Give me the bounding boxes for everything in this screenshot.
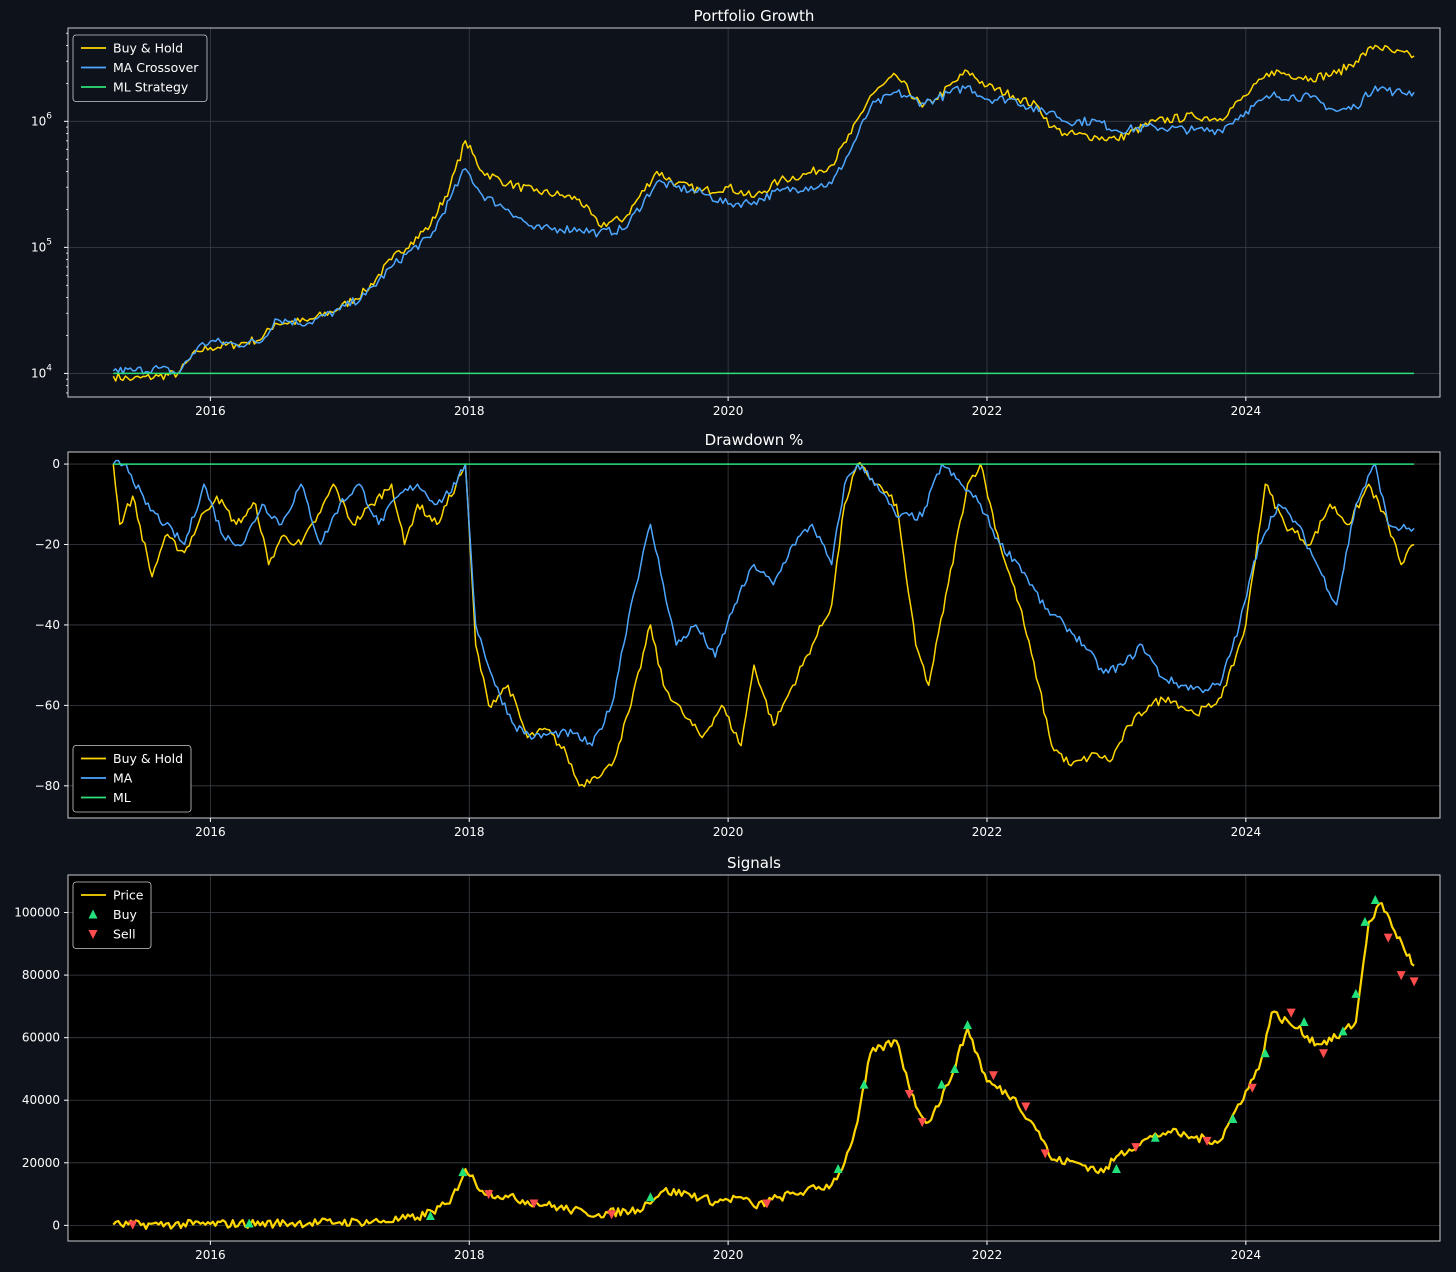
drawdown-y-tick-label: −60 xyxy=(35,698,60,712)
signals-y-tick-label: 100000 xyxy=(14,906,60,920)
drawdown-legend-label: MA xyxy=(113,771,133,786)
drawdown-legend-label: Buy & Hold xyxy=(113,751,183,766)
drawdown-y-tick-label: 0 xyxy=(52,457,60,471)
signals-y-tick-label: 60000 xyxy=(22,1031,60,1045)
portfolio-growth-y-tick-label: 104 xyxy=(31,363,52,380)
drawdown-x-tick-label: 2024 xyxy=(1231,825,1262,839)
portfolio-growth-legend-label: MA Crossover xyxy=(113,60,199,75)
portfolio-growth-plot-area xyxy=(68,28,1440,397)
signals-x-tick-label: 2020 xyxy=(713,1248,744,1262)
figure: 2016 2018 2020 2022 2024 104 105 106 Portfolio … xyxy=(14,7,1441,1262)
portfolio-growth-x-tick-label: 2016 xyxy=(195,404,226,418)
drawdown-y-tick-label: −40 xyxy=(35,618,60,632)
signals-legend-label: Price xyxy=(113,888,144,903)
signals-panel: 2016 2018 2020 2022 2024 0 20000 40000 60000 8000… xyxy=(14,854,1441,1262)
drawdown-x-tick-label: 2018 xyxy=(454,825,485,839)
drawdown-plot-area xyxy=(68,452,1440,818)
portfolio-growth-y-tick-exponent: 4 xyxy=(46,363,52,373)
portfolio-growth-y-tick-exponent: 5 xyxy=(46,237,52,247)
signals-y-tick-label: 40000 xyxy=(22,1093,60,1107)
signals-y-tick-label: 80000 xyxy=(22,968,60,982)
portfolio-growth-legend: Buy & Hold MA Crossover ML Strategy xyxy=(72,34,208,102)
signals-y-tick-label: 0 xyxy=(52,1218,60,1232)
signals-x-tick-label: 2018 xyxy=(454,1248,485,1262)
portfolio-growth-title: Portfolio Growth xyxy=(694,7,815,25)
portfolio-growth-x-tick-label: 2022 xyxy=(972,404,1003,418)
drawdown-x-tick-label: 2016 xyxy=(195,825,226,839)
drawdown-panel: 2016 2018 2020 2022 2024 0 −20 −40 −60 −80 Drawdo… xyxy=(35,431,1441,839)
drawdown-legend-label: ML xyxy=(113,790,131,805)
signals-y-tick-label: 20000 xyxy=(22,1156,60,1170)
portfolio-growth-legend-label: Buy & Hold xyxy=(113,41,183,56)
signals-title: Signals xyxy=(727,854,781,872)
portfolio-growth-panel: 2016 2018 2020 2022 2024 104 105 106 Portfolio … xyxy=(31,7,1441,418)
drawdown-title: Drawdown % xyxy=(705,431,804,449)
portfolio-growth-legend-label: ML Strategy xyxy=(113,80,189,95)
portfolio-growth-y-tick-label: 105 xyxy=(31,237,52,254)
drawdown-x-tick-label: 2020 xyxy=(713,825,744,839)
signals-x-tick-label: 2022 xyxy=(972,1248,1003,1262)
portfolio-growth-y-tick-exponent: 6 xyxy=(46,111,52,121)
drawdown-x-tick-label: 2022 xyxy=(972,825,1003,839)
portfolio-growth-y-tick-label: 106 xyxy=(31,111,52,128)
drawdown-y-tick-label: −80 xyxy=(35,779,60,793)
signals-plot-area xyxy=(68,875,1440,1241)
signals-legend: Price Buy Sell xyxy=(72,881,152,949)
drawdown-legend: Buy & Hold MA ML xyxy=(72,745,192,813)
signals-legend-label: Sell xyxy=(113,927,136,942)
signals-x-tick-label: 2024 xyxy=(1231,1248,1262,1262)
drawdown-y-tick-label: −20 xyxy=(35,538,60,552)
portfolio-growth-x-tick-label: 2020 xyxy=(713,404,744,418)
portfolio-growth-x-tick-label: 2018 xyxy=(454,404,485,418)
signals-legend-label: Buy xyxy=(113,907,137,922)
portfolio-growth-x-tick-label: 2024 xyxy=(1231,404,1262,418)
signals-x-tick-label: 2016 xyxy=(195,1248,226,1262)
